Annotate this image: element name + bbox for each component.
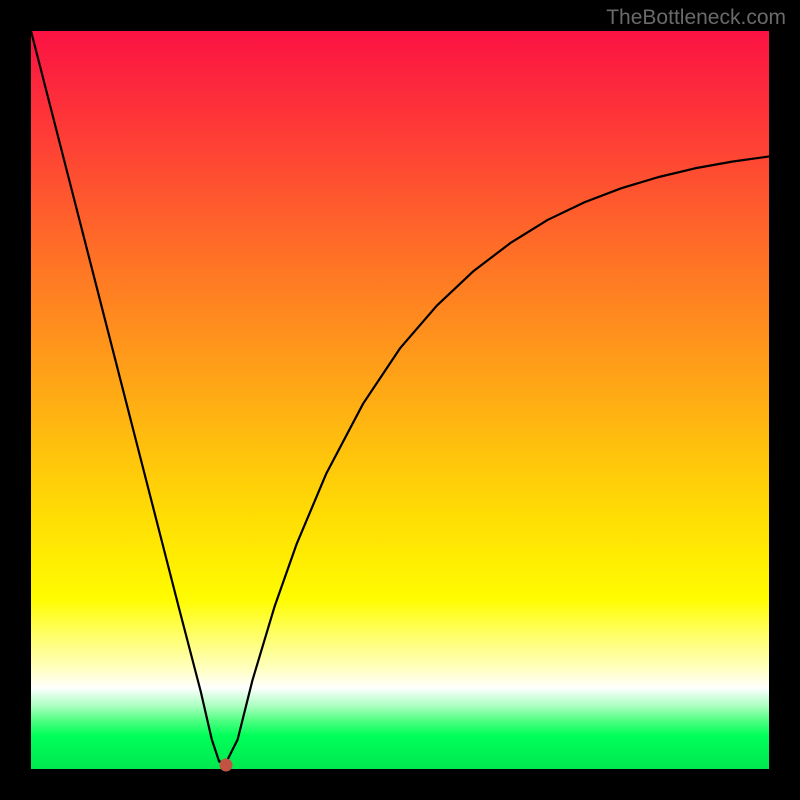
plot-area xyxy=(31,31,769,769)
chart-frame: TheBottleneck.com xyxy=(0,0,800,800)
minimum-marker-dot xyxy=(219,759,232,772)
bottleneck-curve xyxy=(31,31,769,769)
watermark-text: TheBottleneck.com xyxy=(606,6,786,30)
